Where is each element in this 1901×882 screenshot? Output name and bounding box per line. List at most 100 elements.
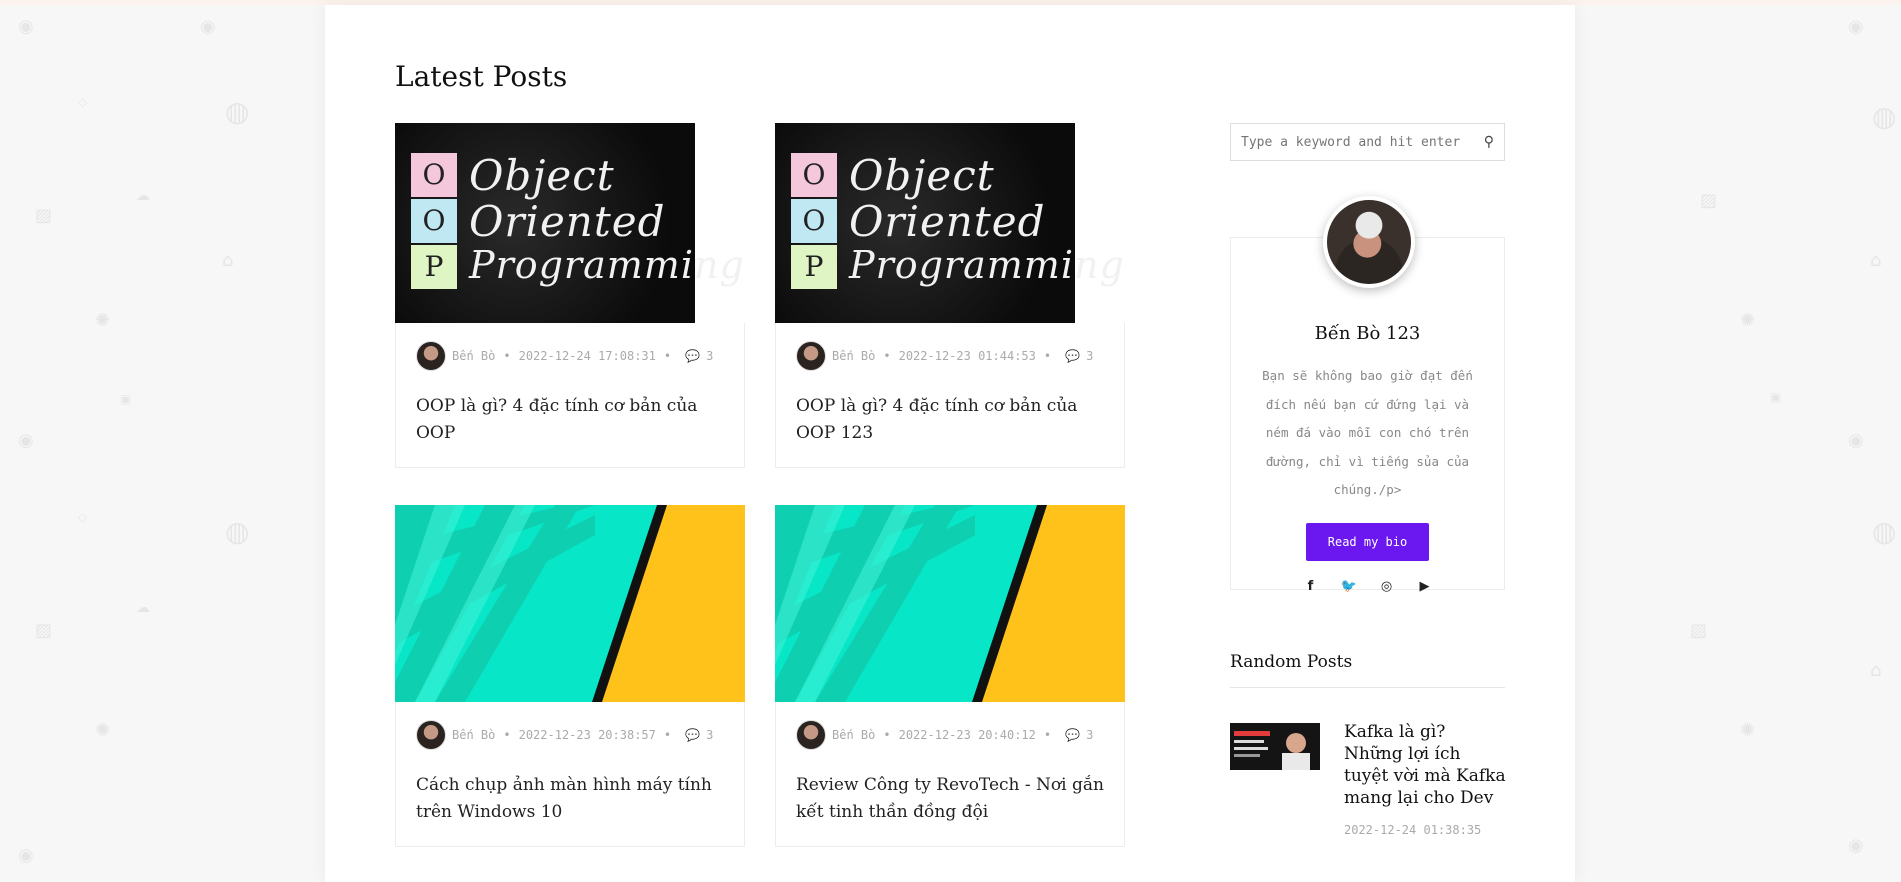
random-post-thumbnail[interactable] [1230, 723, 1320, 770]
post-author[interactable]: Bến Bò [832, 349, 875, 363]
cloud-icon: ☁ [136, 600, 150, 616]
image-icon: ▣ [1770, 390, 1782, 404]
post-title[interactable]: OOP là gì? 4 đặc tính cơ bản của OOP 123 [796, 393, 1104, 447]
eye-icon: ◉ [18, 16, 34, 37]
post-thumbnail[interactable]: O O P Object Oriented Programming [775, 123, 1125, 323]
globe-icon: ◍ [1872, 100, 1897, 133]
post-date: 2022-12-23 20:40:12 [898, 728, 1036, 742]
post-card[interactable]: Bến Bò • 2022-12-23 20:40:12 • 💬 3 Revie… [775, 505, 1125, 847]
oop-letter-tile: O [791, 153, 837, 197]
image-icon: ▣ [120, 392, 132, 406]
post-body: Bến Bò • 2022-12-23 20:38:57 • 💬 3 Cách … [395, 702, 745, 847]
random-post-date: 2022-12-24 01:38:35 [1344, 823, 1482, 837]
diamond-icon: ◇ [78, 510, 88, 524]
post-author[interactable]: Bến Bò [832, 728, 875, 742]
meta-separator: • [883, 349, 891, 363]
stripes-icon: ▨ [1690, 620, 1708, 641]
oop-letter-tile: P [791, 245, 837, 289]
globe-icon: ◍ [225, 95, 250, 128]
youtube-icon[interactable]: ▶ [1417, 579, 1433, 594]
post-card[interactable]: O O P Object Oriented Programming Bến Bò… [395, 123, 745, 468]
avatar [1323, 196, 1415, 288]
comment-count[interactable]: 3 [1086, 728, 1093, 742]
post-date: 2022-12-23 20:38:57 [518, 728, 656, 742]
avatar[interactable] [796, 720, 826, 750]
post-body: Bến Bò • 2022-12-23 20:40:12 • 💬 3 Revie… [775, 702, 1125, 847]
oop-word: Programming [849, 243, 1125, 287]
search-box: ⚲ [1230, 123, 1505, 161]
oop-letter-tile: O [411, 153, 457, 197]
post-meta: Bến Bò • 2022-12-23 01:44:53 • 💬 3 [796, 341, 1104, 371]
divider [1230, 687, 1505, 688]
read-bio-button[interactable]: Read my bio [1305, 522, 1430, 561]
comic-background-image [395, 505, 745, 702]
oop-word: Object [849, 151, 995, 200]
avatar[interactable] [796, 341, 826, 371]
tag-icon: ⌂ [1870, 660, 1882, 681]
post-title[interactable]: OOP là gì? 4 đặc tính cơ bản của OOP [416, 393, 724, 447]
post-author[interactable]: Bến Bò [452, 349, 495, 363]
twitter-icon[interactable]: 🐦 [1341, 579, 1357, 594]
oop-letter-tile: O [791, 199, 837, 243]
author-name: Bến Bò 123 [1314, 323, 1421, 344]
author-bio-card: Bến Bò 123 Bạn sẽ không bao giờ đạt đến … [1230, 196, 1505, 594]
tag-icon: ⌂ [222, 250, 234, 271]
social-links: f 🐦 ◎ ▶ [1231, 579, 1504, 594]
post-author[interactable]: Bến Bò [452, 728, 495, 742]
eye-icon: ◉ [1848, 16, 1864, 37]
comment-count[interactable]: 3 [706, 349, 713, 363]
meta-separator: • [663, 728, 672, 742]
sun-icon: ✺ [95, 720, 111, 741]
comment-count[interactable]: 3 [1086, 349, 1093, 363]
globe-icon: ◍ [1872, 515, 1897, 548]
post-meta: Bến Bò • 2022-12-23 20:40:12 • 💬 3 [796, 720, 1104, 750]
oop-word: Programming [469, 243, 745, 287]
facebook-icon[interactable]: f [1303, 579, 1319, 594]
post-date: 2022-12-24 17:08:31 [518, 349, 656, 363]
oop-word: Oriented [469, 197, 666, 246]
oop-word: Oriented [849, 197, 1046, 246]
stripes-icon: ▨ [35, 205, 53, 226]
stripes-icon: ▨ [1700, 190, 1718, 211]
post-card[interactable]: O O P Object Oriented Programming Bến Bò… [775, 123, 1125, 468]
eye-icon: ◉ [1848, 835, 1864, 856]
search-input[interactable] [1241, 134, 1471, 150]
meta-separator: • [663, 349, 672, 363]
eye-icon: ◉ [18, 430, 34, 451]
tag-icon: ⌂ [1870, 250, 1882, 271]
oop-letter-tile: O [411, 199, 457, 243]
author-bio-text: Bạn sẽ không bao giờ đạt đến đích nếu bạ… [1262, 368, 1473, 497]
meta-separator: • [503, 349, 511, 363]
globe-icon: ◍ [225, 515, 250, 548]
diamond-icon: ◇ [78, 95, 88, 109]
meta-separator: • [1043, 728, 1052, 742]
avatar[interactable] [416, 341, 446, 371]
post-body: Bến Bò • 2022-12-23 01:44:53 • 💬 3 OOP l… [775, 323, 1125, 468]
post-thumbnail[interactable] [395, 505, 745, 702]
comment-icon: 💬 [1065, 728, 1081, 742]
instagram-icon[interactable]: ◎ [1379, 579, 1395, 594]
post-title[interactable]: Review Công ty RevoTech - Nơi gắn kết ti… [796, 772, 1104, 826]
kafka-thumbnail-art [1230, 723, 1320, 770]
random-post-text: Kafka là gì? Những lợi ích tuyệt vời mà … [1344, 721, 1506, 837]
comic-art [395, 505, 745, 702]
post-card[interactable]: Bến Bò • 2022-12-23 20:38:57 • 💬 3 Cách … [395, 505, 745, 847]
meta-separator: • [1043, 349, 1052, 363]
sun-icon: ✺ [1740, 310, 1756, 331]
post-title[interactable]: Cách chụp ảnh màn hình máy tính trên Win… [416, 772, 724, 826]
post-date: 2022-12-23 01:44:53 [898, 349, 1036, 363]
cloud-icon: ☁ [136, 188, 150, 204]
random-posts-title: Random Posts [1230, 652, 1353, 672]
comment-icon: 💬 [1065, 349, 1081, 363]
post-meta: Bến Bò • 2022-12-24 17:08:31 • 💬 3 [416, 341, 724, 371]
post-thumbnail[interactable]: O O P Object Oriented Programming [395, 123, 745, 323]
avatar[interactable] [416, 720, 446, 750]
comment-count[interactable]: 3 [706, 728, 713, 742]
oop-letter-tile: P [411, 245, 457, 289]
eye-icon: ◉ [18, 845, 34, 866]
random-post-title[interactable]: Kafka là gì? Những lợi ích tuyệt vời mà … [1344, 721, 1506, 809]
post-thumbnail[interactable] [775, 505, 1125, 702]
oop-chalkboard-image: O O P Object Oriented Programming [775, 123, 1124, 323]
main-content: Latest Posts O O P Object Oriented Progr… [325, 5, 1575, 882]
search-icon[interactable]: ⚲ [1484, 134, 1494, 150]
